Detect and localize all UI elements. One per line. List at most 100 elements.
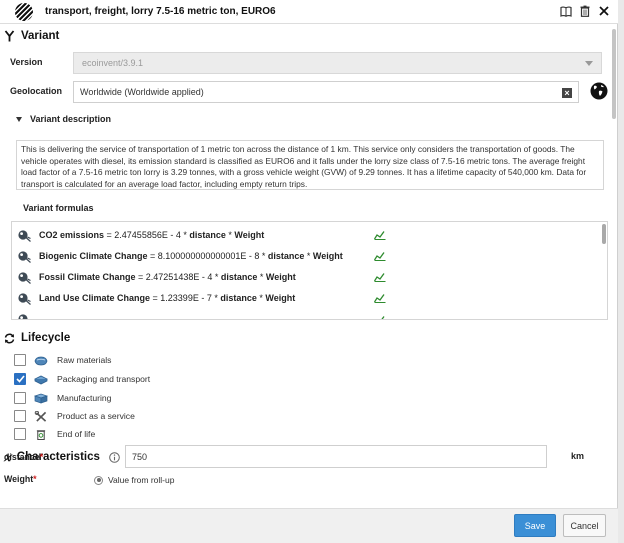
version-select[interactable]: ecoinvent/3.9.1 (73, 52, 602, 74)
variant-formulas-list[interactable]: CO2 emissions = 2.47455856E - 4 * distan… (11, 221, 608, 320)
trend-chart-icon[interactable] (374, 230, 386, 240)
formula-variable: Weight (312, 251, 343, 261)
emission-icon (18, 271, 31, 284)
clear-icon[interactable]: × (562, 88, 572, 98)
lifecycle-item-label: Packaging and transport (57, 374, 151, 384)
checkbox-manufacturing[interactable] (14, 392, 26, 404)
info-icon[interactable] (109, 451, 120, 463)
formula-name: CO2 emissions (39, 230, 105, 240)
formula-row: CO2 emissions = 2.47455856E - 4 * distan… (18, 227, 264, 243)
distance-unit: km (571, 451, 585, 461)
formula-row: Biogenic Climate Change = 8.100000000000… (18, 248, 343, 264)
dialog-footer: Save Cancel (0, 508, 618, 543)
variant-description-toggle-label: Variant description (30, 114, 112, 124)
radio-value-from-rollup[interactable] (94, 475, 103, 485)
trend-chart-icon[interactable] (374, 251, 386, 261)
lifecycle-item-label: Manufacturing (57, 393, 112, 403)
formula-expression: = 2.47455856E - 4 * (104, 230, 190, 240)
emission-icon (18, 313, 28, 319)
trash-icon[interactable] (579, 4, 591, 18)
save-button[interactable]: Save (514, 514, 556, 537)
dialog-titlebar: transport, freight, lorry 7.5-16 metric … (0, 0, 618, 24)
lifecycle-item-raw-materials[interactable]: Raw materials (14, 354, 111, 366)
formula-variable: distance (220, 293, 257, 303)
lifecycle-section-header: Lifecycle (4, 332, 70, 344)
formula-row: Land Use Climate Change = 1.23399E - 7 *… (18, 290, 295, 306)
lifecycle-item-label: End of life (57, 429, 96, 439)
formula-operator: * (225, 230, 235, 240)
raw-materials-icon (34, 356, 48, 365)
lifecycle-item-end-of-life[interactable]: End of life (14, 428, 95, 440)
distance-label-text: distance (4, 452, 40, 462)
required-marker: * (33, 474, 37, 484)
dialog-scrollbar[interactable] (609, 25, 616, 508)
lifecycle-item-manufacturing[interactable]: Manufacturing (14, 392, 111, 404)
checkmark-icon (15, 375, 25, 383)
variant-section-header: Variant (4, 30, 59, 42)
formula-row: Fossil Climate Change = 2.47251438E - 4 … (18, 269, 296, 285)
formula-operator: * (257, 272, 266, 282)
checkbox-packaging-transport[interactable] (14, 373, 26, 385)
brand-logo-icon (15, 2, 33, 21)
lifecycle-item-product-service[interactable]: Product as a service (14, 410, 135, 422)
formulas-scrollbar[interactable] (602, 224, 606, 244)
fork-icon (4, 30, 15, 42)
version-value: ecoinvent/3.9.1 (82, 58, 144, 68)
formula-name: Land Use Climate Change (39, 293, 151, 303)
formula-row-cutoff (18, 311, 39, 319)
close-icon[interactable] (598, 4, 610, 18)
dialog-title: transport, freight, lorry 7.5-16 metric … (45, 6, 276, 17)
distance-value: 750 (132, 451, 148, 462)
formula-operator: * (256, 293, 266, 303)
formula-expression: = 1.23399E - 7 * (150, 293, 221, 303)
distance-input[interactable]: 750 (125, 445, 547, 468)
checkbox-product-service[interactable] (14, 410, 26, 422)
emission-icon (18, 250, 31, 263)
emission-icon (18, 229, 31, 242)
geolocation-input[interactable]: Worldwide (Worldwide applied) × (73, 81, 579, 103)
required-marker: * (39, 452, 44, 462)
trend-chart-icon[interactable] (374, 272, 386, 282)
version-label: Version (10, 57, 43, 67)
distance-label: distance* (4, 452, 43, 462)
geolocation-label: Geolocation (10, 86, 63, 96)
formula-variable: distance (189, 230, 226, 240)
packaging-transport-icon (34, 375, 48, 384)
lifecycle-section-title: Lifecycle (21, 332, 71, 344)
formula-variable: Weight (265, 272, 296, 282)
tools-icon (34, 410, 47, 422)
trend-chart-icon[interactable] (374, 293, 386, 303)
checkbox-end-of-life[interactable] (14, 428, 26, 440)
formula-name: Fossil Climate Change (39, 272, 136, 282)
caret-down-icon (16, 116, 22, 122)
cancel-button[interactable]: Cancel (563, 514, 606, 537)
cycle-icon (4, 333, 15, 343)
variant-dialog: transport, freight, lorry 7.5-16 metric … (0, 0, 618, 543)
book-icon[interactable] (560, 4, 572, 18)
weight-option-rollup[interactable]: Value from roll-up (94, 475, 174, 485)
formula-variable: Weight (265, 293, 296, 303)
variant-description-toggle[interactable]: Variant description (16, 114, 111, 124)
variant-section-title: Variant (21, 30, 60, 42)
scrollbar-thumb[interactable] (612, 29, 616, 119)
trend-chart-icon[interactable] (374, 315, 386, 320)
globe-icon[interactable] (590, 82, 608, 100)
title-actions (560, 4, 610, 18)
emission-icon (18, 292, 31, 305)
lifecycle-item-label: Product as a service (57, 411, 135, 421)
weight-label-text: Weight (4, 474, 34, 484)
dialog-body[interactable]: Variant Version ecoinvent/3.9.1 Geolocat… (0, 25, 618, 508)
recycle-bin-icon (36, 429, 46, 440)
formula-variable: distance (220, 272, 258, 282)
formula-expression: = 2.47251438E - 4 * (135, 272, 221, 282)
chevron-down-icon (585, 61, 593, 66)
lifecycle-item-packaging-transport[interactable]: Packaging and transport (14, 373, 150, 385)
formula-variable: Weight (234, 230, 265, 240)
formula-operator: * (304, 251, 313, 261)
weight-option-label: Value from roll-up (108, 475, 175, 485)
manufacturing-icon (34, 393, 48, 403)
checkbox-raw-materials[interactable] (14, 354, 26, 366)
weight-label: Weight* (4, 474, 37, 484)
variant-formulas-title: Variant formulas (23, 203, 94, 213)
lifecycle-item-label: Raw materials (57, 355, 112, 365)
